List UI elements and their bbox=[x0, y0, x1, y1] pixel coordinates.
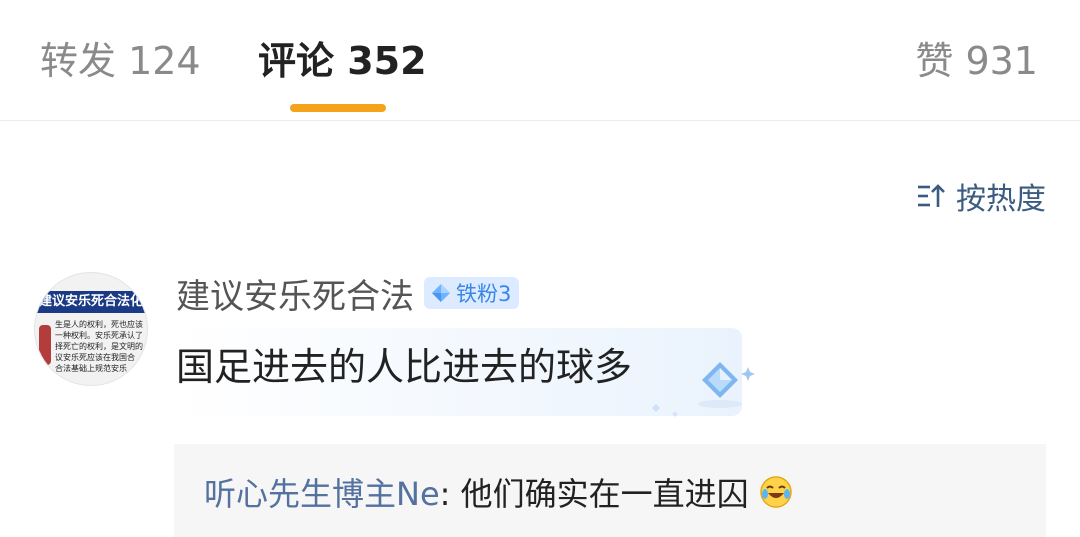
sort-label: 按热度 bbox=[956, 182, 1046, 217]
tab-likes[interactable]: 赞 931 bbox=[915, 38, 1038, 84]
fan-badge-label: 铁粉3 bbox=[456, 282, 512, 306]
avatar-body-text: 生是人的权利，死也应该 一种权利。安乐死承认了 择死亡的权利，是文明的 议安乐死… bbox=[55, 320, 143, 373]
tab-comments[interactable]: 评论 352 bbox=[258, 38, 427, 84]
reply-text: 他们确实在一直进囚 bbox=[450, 475, 749, 513]
comment-text: 国足进去的人比进去的球多 bbox=[176, 345, 633, 389]
reply-author-link[interactable]: 听心先生博主Ne bbox=[204, 475, 440, 513]
tab-reposts[interactable]: 转发 124 bbox=[40, 38, 201, 84]
comment-username[interactable]: 建议安乐死合法 bbox=[176, 276, 414, 318]
reply-preview[interactable]: 听心先生博主Ne: 他们确实在一直进囚 bbox=[174, 444, 1046, 537]
avatar-banner-text: 建议安乐死合法化 bbox=[35, 291, 147, 313]
comment-item: 建议安乐死合法化 生是人的权利，死也应该 一种权利。安乐死承认了 择死亡的权利，… bbox=[0, 260, 1080, 537]
diamond-icon bbox=[432, 284, 450, 302]
avatar-figure bbox=[39, 325, 51, 365]
sort-icon bbox=[918, 184, 945, 207]
bubble-gem-icon bbox=[652, 362, 755, 417]
reply-separator: : bbox=[439, 475, 451, 513]
active-tab-indicator bbox=[290, 104, 386, 112]
reply-line: 听心先生博主Ne: 他们确实在一直进囚 bbox=[204, 474, 793, 514]
avatar[interactable]: 建议安乐死合法化 生是人的权利，死也应该 一种权利。安乐死承认了 择死亡的权利，… bbox=[34, 272, 148, 386]
sort-by-hot-button[interactable]: 按热度 bbox=[916, 175, 1046, 217]
laughing-crying-emoji-icon bbox=[760, 476, 792, 508]
fan-badge[interactable]: 铁粉3 bbox=[424, 277, 520, 309]
tab-bar: 转发 124 评论 352 赞 931 bbox=[0, 0, 1080, 121]
